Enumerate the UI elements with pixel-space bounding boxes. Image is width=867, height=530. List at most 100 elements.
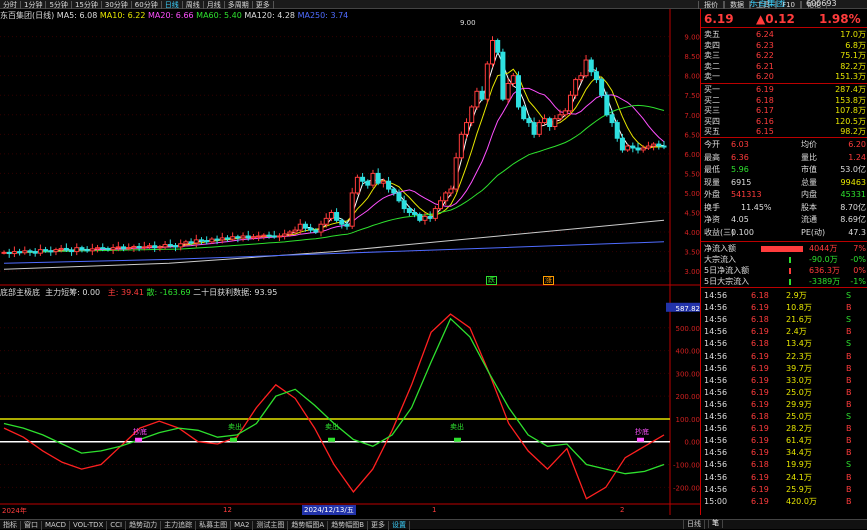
menu-more[interactable]: 更多	[253, 1, 274, 9]
bid-price: 6.16	[756, 116, 774, 126]
tick-row[interactable]: 14:56 6.18 25.0万 S	[701, 412, 867, 422]
stat-value-1: 0.100	[731, 227, 754, 237]
flow-row[interactable]: 大宗流入 -90.0万 -0%	[701, 255, 867, 265]
tick-row[interactable]: 14:56 6.19 28.2万 B	[701, 424, 867, 434]
tab-ma2[interactable]: MA2	[231, 521, 254, 530]
tick-row[interactable]: 14:56 6.19 22.3万 B	[701, 352, 867, 362]
tick-time: 14:56	[704, 448, 728, 458]
stat-row[interactable]: 收益(三) 0.100 PE(动) 47.3	[701, 228, 867, 238]
tick-dir: B	[846, 472, 852, 482]
menu-5min[interactable]: 5分钟	[46, 1, 72, 9]
tab-trend-b[interactable]: 趋势幅图B	[328, 521, 369, 530]
candle-up	[557, 114, 563, 120]
tick-row[interactable]: 14:56 6.19 29.9万 B	[701, 400, 867, 410]
flow-row[interactable]: 5日大宗流入 -3389万 -1%	[701, 277, 867, 287]
tick-row[interactable]: 14:56 6.19 33.0万 B	[701, 376, 867, 386]
ask-row[interactable]: 卖四 6.23 6.8万	[701, 41, 867, 51]
tick-dir: B	[846, 327, 852, 337]
tick-row[interactable]: 14:56 6.19 24.1万 B	[701, 473, 867, 483]
bid-row[interactable]: 买二 6.18 153.8万	[701, 96, 867, 106]
tick-row[interactable]: 14:56 6.19 2.4万 B	[701, 327, 867, 337]
stat-label-2: 流通	[801, 215, 817, 224]
menu-multi-period[interactable]: 多周期	[225, 1, 253, 9]
tick-dir: B	[846, 387, 852, 397]
bid-volume: 287.4万	[835, 85, 866, 94]
tab-main-track[interactable]: 主力追踪	[161, 521, 197, 530]
candle-up	[11, 251, 17, 255]
tab-trend-a[interactable]: 趋势幅图A	[288, 521, 329, 530]
tab-indicator[interactable]: 指标	[0, 521, 21, 530]
ask-row[interactable]: 卖三 6.22 75.1万	[701, 51, 867, 61]
quote-panel: 东百集团 600693 6.19 ▲0.12 1.98% 卖五 6.24 17.0万…	[700, 0, 867, 515]
stat-row[interactable]: 最高 6.36 量比 1.24	[701, 153, 867, 163]
menu-monthly[interactable]: 月线	[204, 1, 225, 9]
stat-row[interactable]: 最低 5.96 市值 53.0亿	[701, 165, 867, 175]
tick-price: 6.19	[751, 448, 769, 458]
tab-macd[interactable]: MACD	[42, 521, 70, 530]
tab-test[interactable]: 测试主图	[253, 521, 289, 530]
flow-row[interactable]: 5日净流入额 636.3万 0%	[701, 266, 867, 276]
tick-price: 6.19	[751, 399, 769, 409]
menu-30min[interactable]: 30分钟	[102, 1, 132, 9]
menu-15min[interactable]: 15分钟	[72, 1, 102, 9]
kline-chart[interactable]: 9.00 8.50 8.00 7.50 7.00 6.50 6.00 5.50 5.00 4.50…	[0, 9, 700, 515]
tick-row[interactable]: 14:56 6.18 21.6万 S	[701, 315, 867, 325]
candle-down	[391, 188, 397, 194]
stat-row[interactable]: 净资 4.05 流通 8.69亿	[701, 215, 867, 225]
tick-row[interactable]: 15:00 6.19 420.0万 B	[701, 497, 867, 507]
tick-row[interactable]: 14:56 6.19 10.8万 B	[701, 303, 867, 313]
bid-label: 买四	[704, 116, 720, 126]
tick-time: 14:56	[704, 303, 728, 313]
bid-row[interactable]: 买三 6.17 107.8万	[701, 106, 867, 116]
tick-volume: 34.4万	[786, 448, 812, 458]
candle-up	[562, 110, 568, 116]
candle-down	[152, 245, 158, 249]
ask-row[interactable]: 卖五 6.24 17.0万	[701, 30, 867, 40]
ind-signal-marker	[135, 437, 142, 442]
bid-row[interactable]: 买一 6.19 287.4万	[701, 85, 867, 95]
menu-60min[interactable]: 60分钟	[132, 1, 162, 9]
tab-vol[interactable]: VOL-TDX	[70, 521, 108, 530]
tab-settings[interactable]: 设置	[389, 521, 411, 530]
stat-label-1: 现量	[704, 177, 720, 187]
tick-row[interactable]: 14:56 6.19 25.9万 B	[701, 485, 867, 495]
tick-price: 6.19	[751, 472, 769, 482]
candle-down	[172, 245, 178, 248]
tick-volume: 13.4万	[786, 339, 812, 349]
tick-row[interactable]: 14:56 6.19 34.4万 B	[701, 448, 867, 458]
tick-volume: 2.4万	[786, 327, 807, 337]
ask-row[interactable]: 卖二 6.21 82.2万	[701, 62, 867, 72]
bid-row[interactable]: 买五 6.15 98.2万	[701, 127, 867, 137]
tick-row[interactable]: 14:56 6.18 19.9万 S	[701, 460, 867, 470]
tab-trend[interactable]: 趋势动力	[126, 521, 162, 530]
tab-cci[interactable]: CCI	[107, 521, 127, 530]
tab-stroke[interactable]: 笔	[708, 519, 723, 528]
stat-row[interactable]: 今开 6.03 均价 6.20	[701, 140, 867, 150]
candle-down	[79, 247, 85, 251]
bid-row[interactable]: 买四 6.16 120.5万	[701, 117, 867, 127]
tick-row[interactable]: 14:56 6.18 13.4万 S	[701, 339, 867, 349]
price-tick-label: 6.00	[684, 151, 700, 159]
price-tick-label: 9.00	[684, 34, 700, 42]
stat-row[interactable]: 换手 11.45% 股本 8.70亿	[701, 203, 867, 213]
stat-row[interactable]: 外盘 541313 内盘 45331	[701, 190, 867, 200]
tick-row[interactable]: 14:56 6.19 39.7万 B	[701, 364, 867, 374]
tab-private[interactable]: 私募主图	[196, 521, 232, 530]
tick-row[interactable]: 14:56 6.19 25.0万 B	[701, 388, 867, 398]
tick-dir: B	[846, 484, 852, 494]
tick-row[interactable]: 14:56 6.19 61.4万 B	[701, 436, 867, 446]
candle-down	[406, 208, 412, 214]
ask-price: 6.22	[756, 51, 774, 60]
menu-daily[interactable]: 日线	[162, 1, 183, 9]
tab-window[interactable]: 窗口	[21, 521, 42, 530]
candle-down	[360, 176, 366, 182]
ask-row[interactable]: 卖一 6.20 151.3万	[701, 72, 867, 82]
tab-more[interactable]: 更多	[368, 521, 390, 530]
candle-up	[448, 188, 454, 194]
menu-1min[interactable]: 1分钟	[21, 1, 47, 9]
menu-weekly[interactable]: 周线	[183, 1, 204, 9]
stat-row[interactable]: 现量 6915 总量 99463	[701, 178, 867, 188]
ind-signal-marker	[328, 437, 335, 442]
tick-row[interactable]: 14:56 6.18 2.9万 S	[701, 291, 867, 301]
menu-fenshi[interactable]: 分时	[0, 1, 21, 9]
